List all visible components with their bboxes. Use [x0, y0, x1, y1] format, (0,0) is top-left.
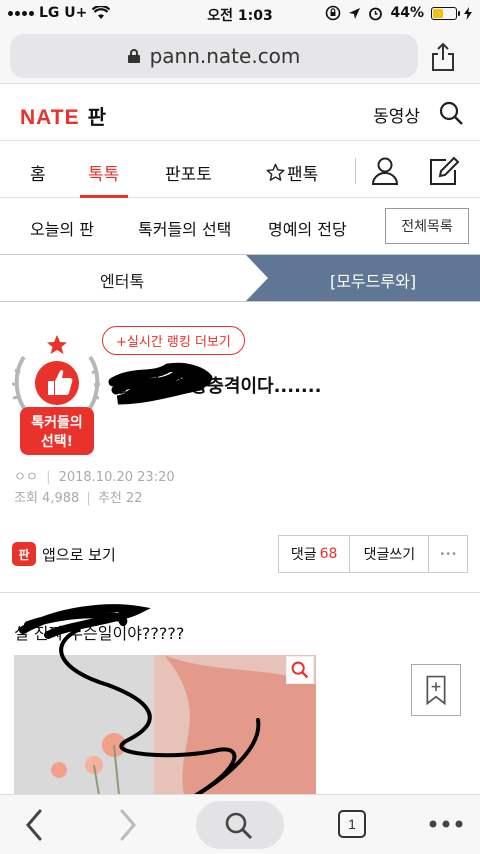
- search-icon: [225, 812, 253, 840]
- tab-fantok-label: 팬톡: [287, 165, 319, 185]
- badge-line1: 톡커들의: [31, 414, 83, 431]
- subnav-today[interactable]: 오늘의 판: [30, 216, 94, 240]
- lock-icon: [127, 49, 140, 63]
- section-name: 판: [87, 107, 107, 129]
- recommend-count: 추천 22: [97, 491, 143, 506]
- post-date: 2018.10.20 23:20: [58, 470, 175, 485]
- tab-divider: [355, 158, 356, 184]
- address-bar[interactable]: pann.nate.com: [10, 34, 418, 78]
- rotation-lock-icon: [326, 5, 341, 21]
- open-in-app-link[interactable]: 판 앱으로 보기: [12, 542, 116, 566]
- realtime-ranking-button[interactable]: +실시간 랭킹 더보기: [102, 326, 245, 355]
- article-stats: 조회 4,988 | 추천 22: [14, 491, 143, 506]
- badge-line2: 선택!: [41, 433, 73, 450]
- more-button[interactable]: •••: [429, 536, 467, 572]
- main-tabs: 홈 톡톡 판포토 팬톡: [0, 142, 480, 198]
- all-list-button[interactable]: 전체목록: [385, 208, 469, 244]
- nate-logo[interactable]: NATE 판: [20, 101, 106, 130]
- share-icon[interactable]: [430, 42, 456, 72]
- bookmark-icon[interactable]: [411, 664, 461, 716]
- video-link[interactable]: 동영상: [373, 102, 420, 127]
- pann-app-icon: 판: [12, 542, 36, 566]
- url-text: pann.nate.com: [149, 44, 301, 68]
- more-icon[interactable]: [428, 819, 464, 829]
- subnav-hall-of-fame[interactable]: 명예의 전당: [268, 216, 347, 240]
- comment-actions: 댓글 68 댓글쓰기 •••: [278, 535, 468, 573]
- open-in-app-label: 앱으로 보기: [42, 545, 116, 564]
- write-icon[interactable]: [428, 156, 460, 186]
- zoom-icon[interactable]: [286, 656, 314, 684]
- divider: [0, 592, 480, 593]
- comments-button[interactable]: 댓글 68: [279, 536, 351, 572]
- talkers-choice-badge: 톡커들의 선택!: [12, 335, 101, 455]
- sub-navigation: 오늘의 판 톡커들의 선택 명예의 전당 전체목록: [0, 199, 480, 253]
- comments-count: 68: [319, 546, 338, 562]
- status-bar: LG U+ 오전 1:03 44%: [0, 0, 480, 28]
- tab-home[interactable]: 홈: [30, 160, 46, 185]
- subnav-talkers-choice[interactable]: 톡커들의 선택: [138, 216, 231, 240]
- comments-label: 댓글: [290, 547, 317, 563]
- category-band: 엔터톡 [모두드루와]: [0, 254, 480, 302]
- alarm-icon: [369, 7, 383, 20]
- forward-icon[interactable]: [116, 805, 140, 845]
- browser-address-area: pann.nate.com: [0, 28, 480, 84]
- tab-fantok[interactable]: 팬톡: [266, 160, 318, 185]
- battery-percent: 44%: [390, 5, 424, 21]
- search-icon[interactable]: [438, 100, 464, 126]
- tab-panphoto[interactable]: 판포토: [165, 160, 212, 185]
- redaction-scribble: [108, 362, 213, 405]
- category-entertalk[interactable]: 엔터톡: [100, 268, 144, 292]
- category-all-come[interactable]: [모두드루와]: [330, 268, 416, 292]
- article-meta: ㅇㅇ | 2018.10.20 23:20: [14, 470, 175, 485]
- back-icon[interactable]: [22, 805, 46, 845]
- write-comment-button[interactable]: 댓글쓰기: [350, 536, 430, 572]
- battery-icon: [431, 6, 460, 20]
- search-button[interactable]: [196, 801, 284, 849]
- tab-toktok[interactable]: 톡톡: [88, 160, 119, 185]
- tabs-button[interactable]: 1: [338, 810, 366, 838]
- location-icon: [349, 7, 361, 19]
- redaction-scribble: [19, 604, 261, 807]
- user-icon[interactable]: [371, 156, 399, 186]
- author-name: ㅇㅇ: [14, 470, 38, 485]
- charging-icon: [464, 6, 472, 20]
- site-header: NATE 판 동영상: [0, 85, 480, 141]
- star-icon: [266, 163, 285, 181]
- view-count: 조회 4,988: [14, 491, 80, 506]
- active-tab-indicator: [80, 195, 128, 198]
- browser-toolbar: 1: [0, 794, 480, 854]
